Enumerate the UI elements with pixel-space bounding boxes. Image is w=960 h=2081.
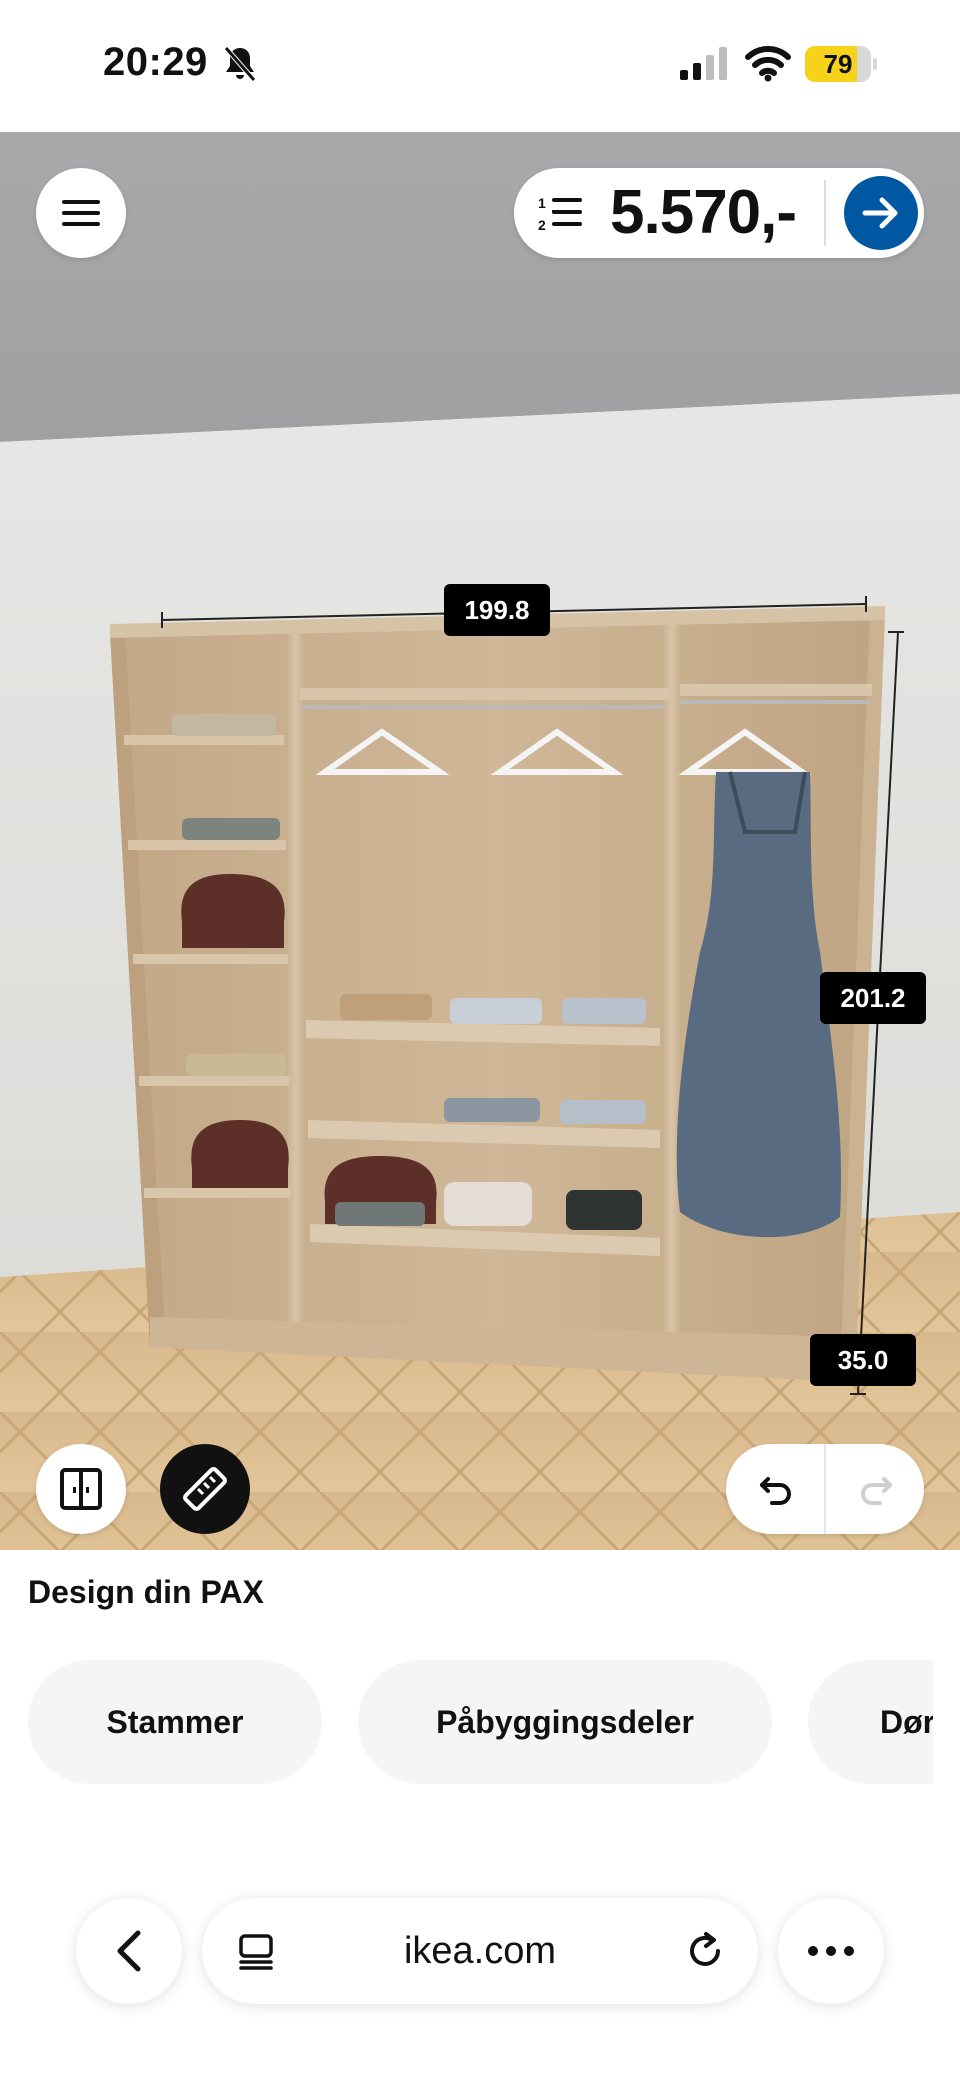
arrow-right-icon [862, 197, 898, 229]
wardrobe-model [110, 606, 885, 1382]
clock: 20:29 [103, 40, 208, 84]
signal-icon [680, 47, 727, 80]
chip-stammer[interactable]: Stammer [28, 1660, 322, 1784]
bell-slash-icon [224, 46, 256, 82]
more-dots-icon [808, 1946, 854, 1956]
more-button[interactable] [778, 1898, 884, 2004]
price-summary-pill[interactable]: 1 2 5.570,- [514, 168, 924, 258]
address-bar[interactable]: ikea.com [202, 1898, 758, 2004]
reload-icon[interactable] [684, 1930, 726, 1972]
svg-text:2: 2 [538, 217, 546, 233]
url-text: ikea.com [403, 1930, 557, 1972]
chip-pabyggingsdeler[interactable]: Påbyggingsdeler [358, 1660, 772, 1784]
measure-toggle-button[interactable] [160, 1444, 250, 1534]
redo-icon [860, 1477, 892, 1505]
ruler-icon [183, 1467, 227, 1511]
total-price: 5.570,- [610, 178, 797, 247]
redo-button[interactable] [826, 1444, 925, 1534]
back-button[interactable] [76, 1898, 182, 2004]
height-dimension-label[interactable]: 201.2 [820, 972, 926, 1024]
pill-divider [824, 180, 826, 246]
checkout-arrow-button[interactable] [844, 176, 918, 250]
svg-text:1: 1 [538, 195, 546, 211]
menu-button[interactable] [36, 168, 126, 258]
chip-dorer[interactable]: Dører [808, 1660, 933, 1784]
undo-redo-group [726, 1444, 924, 1534]
width-dimension-label[interactable]: 199.8 [444, 584, 550, 636]
wifi-icon [745, 46, 791, 82]
hamburger-menu-icon [62, 200, 100, 226]
design-title: Design din PAX [28, 1574, 264, 1610]
category-chip-row[interactable]: Stammer Påbyggingsdeler Dører [0, 1660, 933, 1784]
depth-dimension-label[interactable]: 35.0 [810, 1334, 916, 1386]
chevron-left-icon [117, 1930, 141, 1972]
door-toggle-button[interactable] [36, 1444, 126, 1534]
undo-button[interactable] [726, 1444, 825, 1534]
browser-toolbar: ikea.com [0, 1880, 960, 2081]
battery-level: 79 [823, 49, 853, 79]
battery-icon: 79 [805, 46, 877, 82]
wardrobe-3d-viewport[interactable]: 1 2 5.570,- 199.8 201.2 35.0 [0, 132, 960, 1550]
undo-icon [759, 1477, 791, 1505]
status-bar: 20:29 79 [0, 0, 960, 132]
door-toggle-icon [60, 1468, 102, 1510]
numbered-list-icon: 1 2 [538, 195, 582, 233]
